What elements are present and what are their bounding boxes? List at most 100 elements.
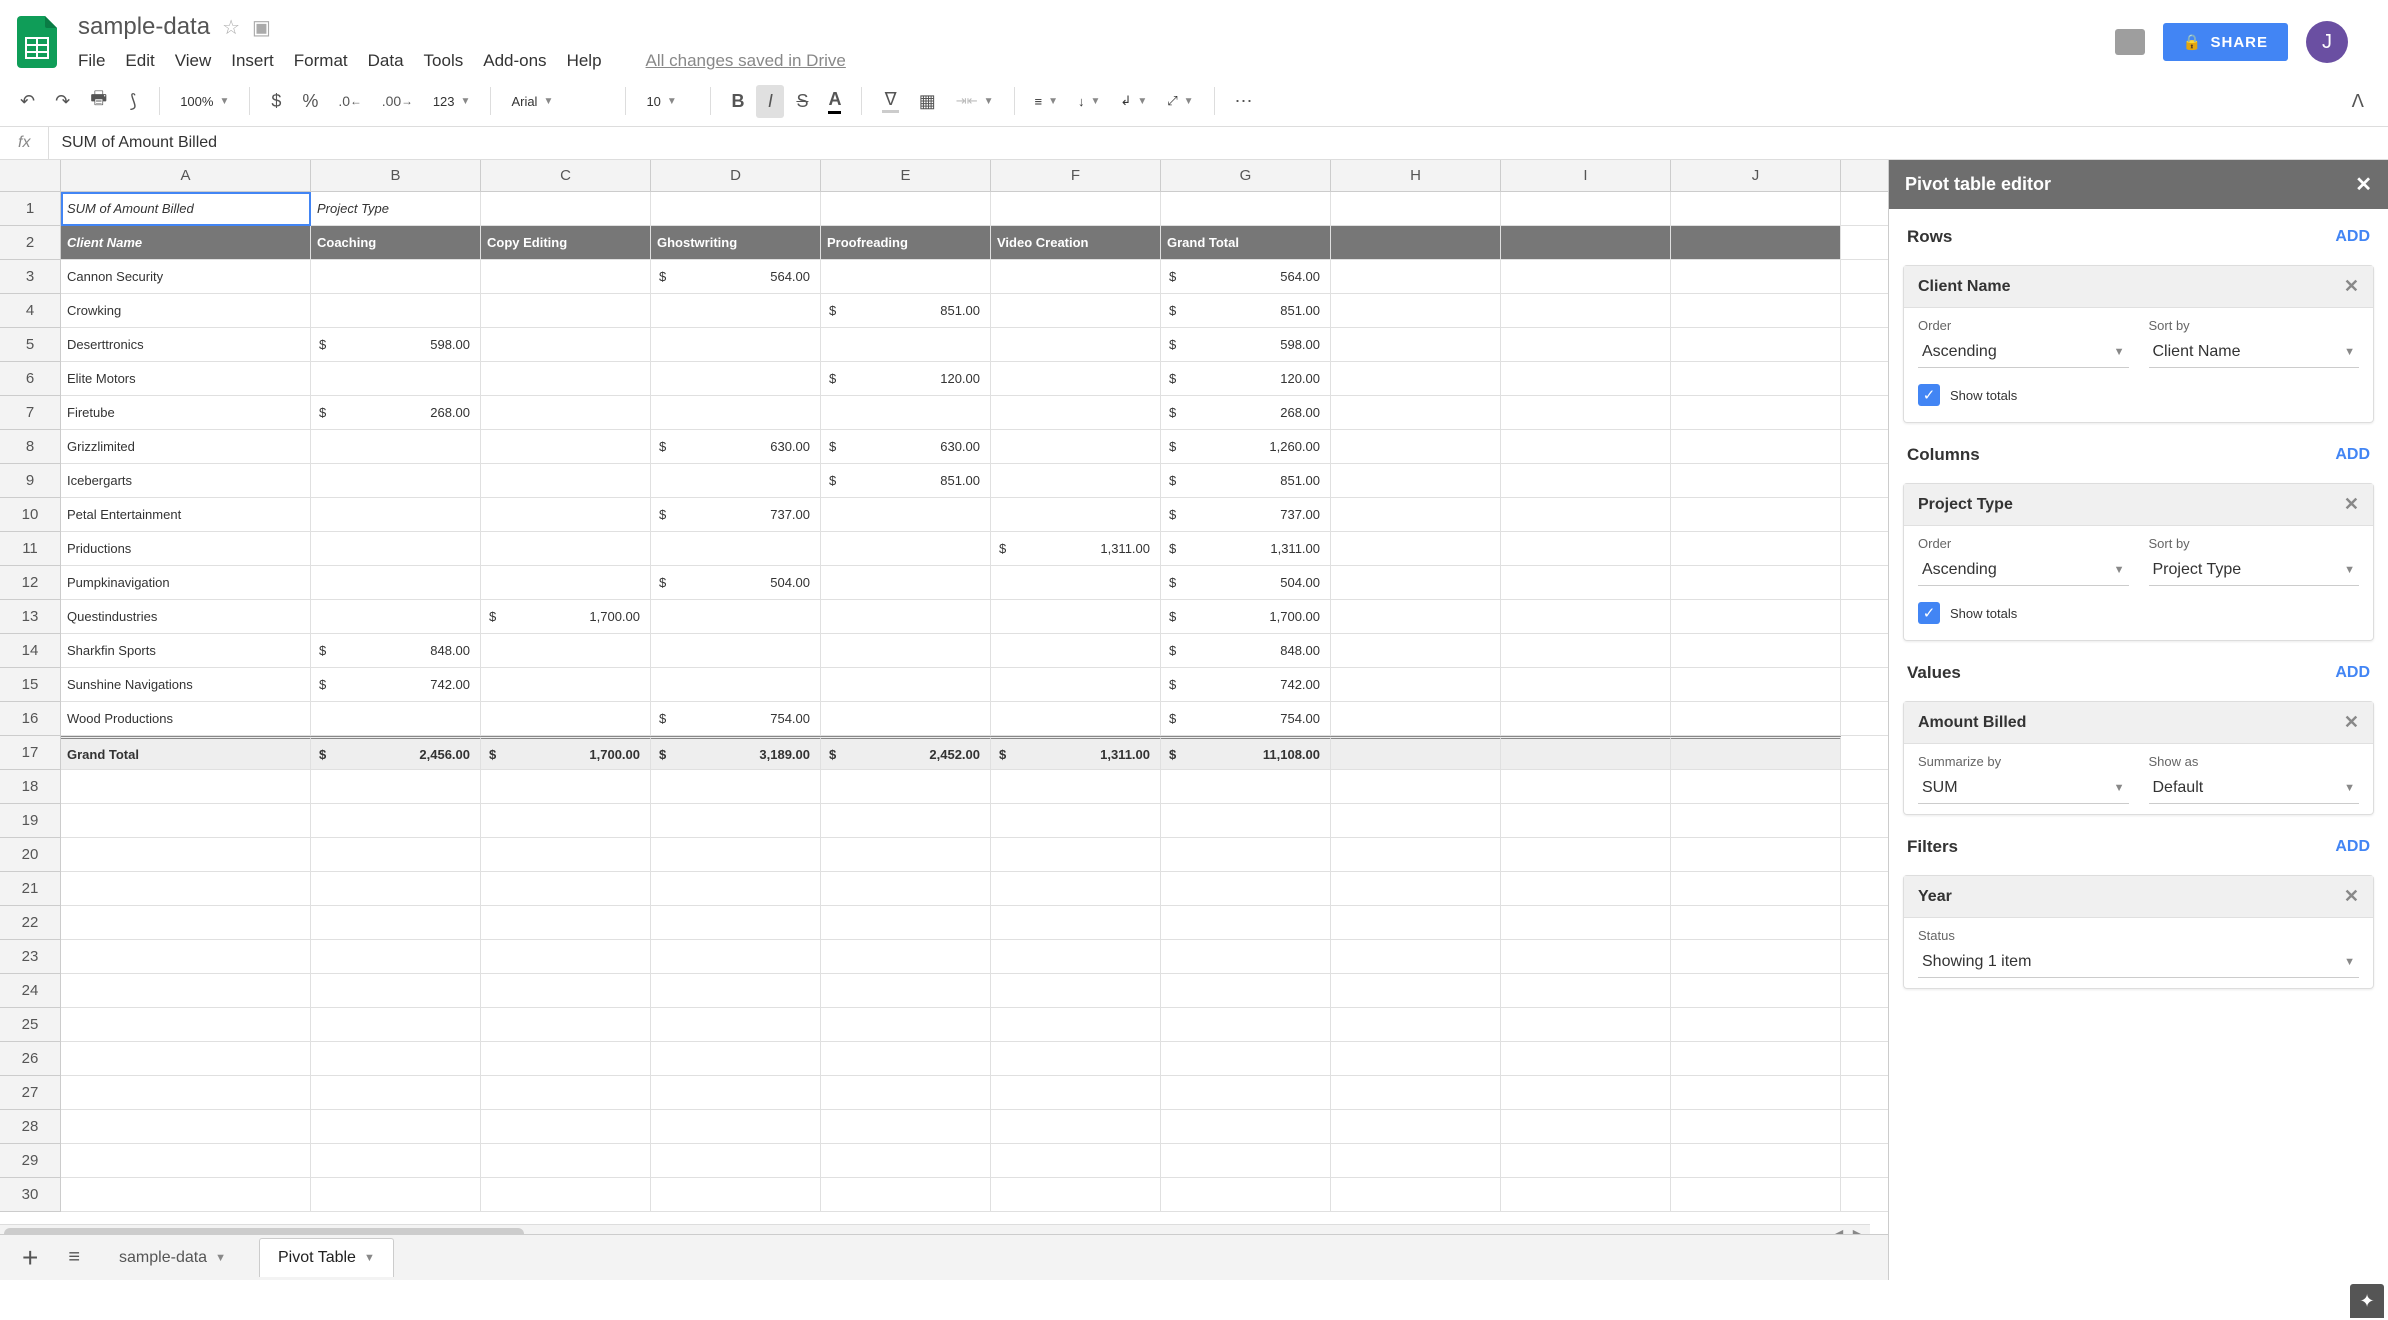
row-header[interactable]: 2 — [0, 226, 60, 260]
cell[interactable] — [1161, 1178, 1331, 1212]
cell[interactable] — [651, 362, 821, 396]
cell[interactable] — [1841, 1178, 1888, 1212]
cell[interactable] — [651, 1076, 821, 1110]
formula-input[interactable]: SUM of Amount Billed — [49, 134, 2388, 152]
cell[interactable] — [311, 498, 481, 532]
cell[interactable] — [821, 1042, 991, 1076]
cell[interactable] — [1331, 1110, 1501, 1144]
cell[interactable] — [1671, 464, 1841, 498]
cell[interactable]: $851.00 — [821, 294, 991, 328]
fill-color-icon[interactable]: ᐁ — [874, 83, 906, 119]
cell[interactable] — [821, 1178, 991, 1212]
cell[interactable] — [1501, 872, 1671, 906]
cell[interactable] — [991, 838, 1161, 872]
cell[interactable] — [651, 906, 821, 940]
cell[interactable]: $598.00 — [1161, 328, 1331, 362]
cell[interactable] — [311, 532, 481, 566]
cell[interactable] — [1841, 702, 1888, 736]
cell[interactable] — [1841, 974, 1888, 1008]
cell[interactable] — [1671, 532, 1841, 566]
row-header[interactable]: 18 — [0, 770, 60, 804]
cell[interactable] — [1841, 226, 1888, 260]
cell[interactable] — [1841, 362, 1888, 396]
cell[interactable] — [821, 396, 991, 430]
cell[interactable]: Ghostwriting — [651, 226, 821, 260]
cell[interactable] — [991, 192, 1161, 226]
select-all-corner[interactable] — [0, 160, 60, 192]
cell[interactable] — [61, 1110, 311, 1144]
cell[interactable] — [991, 1008, 1161, 1042]
menu-add-ons[interactable]: Add-ons — [483, 51, 546, 71]
cell[interactable] — [1841, 498, 1888, 532]
cell[interactable] — [481, 702, 651, 736]
cell[interactable] — [1331, 430, 1501, 464]
undo-icon[interactable]: ↶ — [12, 85, 43, 118]
row-header[interactable]: 13 — [0, 600, 60, 634]
increase-decimal-icon[interactable]: .00→ — [374, 87, 421, 115]
cell[interactable] — [61, 770, 311, 804]
cell[interactable]: Grizzlimited — [61, 430, 311, 464]
cell[interactable] — [61, 940, 311, 974]
cell[interactable] — [1501, 1076, 1671, 1110]
cell[interactable] — [1161, 1110, 1331, 1144]
cell[interactable] — [1841, 1076, 1888, 1110]
cell[interactable] — [991, 260, 1161, 294]
text-rotation-icon[interactable]: ⤢▼ — [1159, 89, 1201, 113]
cell[interactable] — [821, 702, 991, 736]
cell[interactable] — [651, 1178, 821, 1212]
cell[interactable] — [311, 1110, 481, 1144]
cell[interactable] — [821, 872, 991, 906]
cell[interactable] — [991, 600, 1161, 634]
cell[interactable] — [481, 294, 651, 328]
cell[interactable] — [991, 396, 1161, 430]
collapse-toolbar-icon[interactable]: ᐱ — [2344, 85, 2376, 118]
cell[interactable] — [481, 872, 651, 906]
row-header[interactable]: 20 — [0, 838, 60, 872]
cell[interactable] — [821, 532, 991, 566]
cell[interactable] — [1671, 702, 1841, 736]
menu-edit[interactable]: Edit — [125, 51, 154, 71]
col-header[interactable]: I — [1501, 160, 1671, 191]
cell[interactable]: $737.00 — [1161, 498, 1331, 532]
filter-status-dropdown[interactable]: Showing 1 item▼ — [1918, 947, 2359, 978]
cell[interactable] — [991, 1110, 1161, 1144]
columns-add-button[interactable]: ADD — [2335, 446, 2370, 464]
row-header[interactable]: 26 — [0, 1042, 60, 1076]
row-header[interactable]: 8 — [0, 430, 60, 464]
cell[interactable]: $737.00 — [651, 498, 821, 532]
cell[interactable] — [1331, 702, 1501, 736]
cell[interactable]: $120.00 — [821, 362, 991, 396]
row-header[interactable]: 5 — [0, 328, 60, 362]
cell[interactable] — [1501, 532, 1671, 566]
cell[interactable] — [1331, 736, 1501, 770]
cell[interactable] — [61, 1076, 311, 1110]
cell[interactable] — [1331, 362, 1501, 396]
cell[interactable] — [1841, 1042, 1888, 1076]
cell[interactable]: Sunshine Navigations — [61, 668, 311, 702]
cell[interactable] — [481, 532, 651, 566]
cell[interactable] — [1841, 464, 1888, 498]
cell[interactable] — [311, 1008, 481, 1042]
row-header[interactable]: 19 — [0, 804, 60, 838]
font-size-dropdown[interactable]: 10▼ — [638, 90, 698, 113]
cell[interactable] — [651, 1042, 821, 1076]
cell[interactable] — [1671, 1008, 1841, 1042]
cell[interactable] — [1331, 872, 1501, 906]
cell[interactable] — [1671, 1110, 1841, 1144]
cell[interactable] — [1501, 770, 1671, 804]
cell[interactable] — [311, 872, 481, 906]
cell[interactable] — [1501, 294, 1671, 328]
cell[interactable] — [1501, 362, 1671, 396]
cell[interactable] — [991, 940, 1161, 974]
cell[interactable]: Pumpkinavigation — [61, 566, 311, 600]
row-header[interactable]: 24 — [0, 974, 60, 1008]
decrease-decimal-icon[interactable]: .0← — [330, 87, 369, 115]
cell[interactable] — [1671, 600, 1841, 634]
cell[interactable] — [481, 770, 651, 804]
order-dropdown[interactable]: Ascending▼ — [1918, 555, 2129, 586]
cell[interactable] — [1841, 1110, 1888, 1144]
cell[interactable] — [311, 804, 481, 838]
cell[interactable] — [821, 1076, 991, 1110]
comments-icon[interactable] — [2115, 29, 2145, 55]
cell[interactable] — [61, 1042, 311, 1076]
